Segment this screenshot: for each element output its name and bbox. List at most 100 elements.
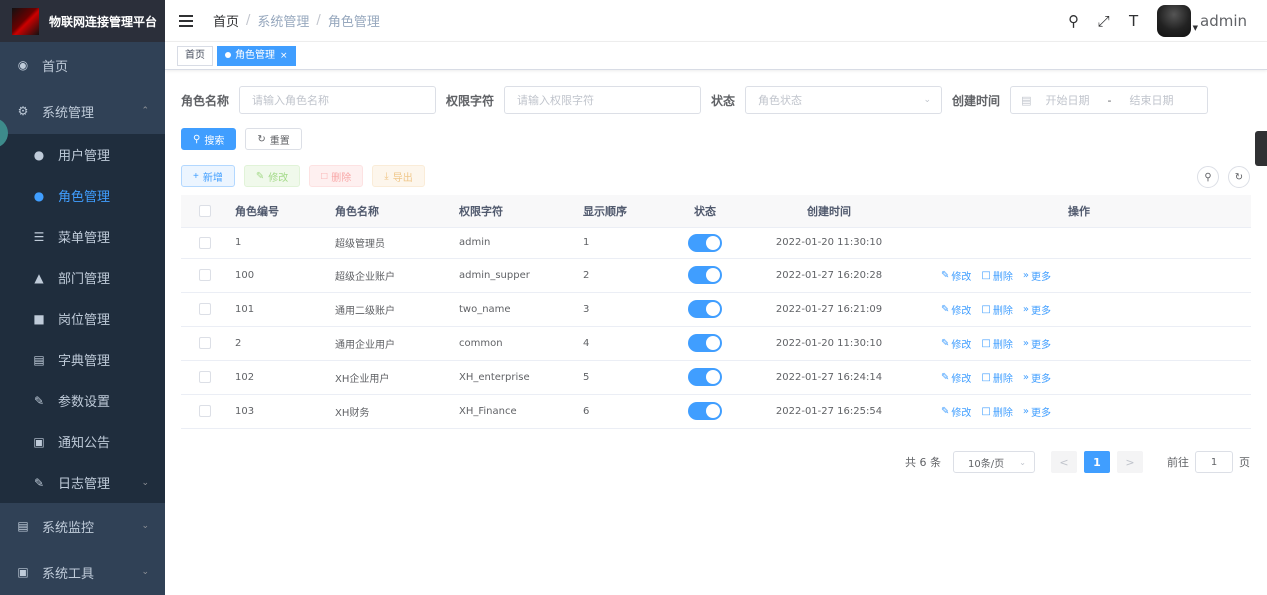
trash-icon: □ [981, 371, 991, 383]
username[interactable]: admin [1200, 12, 1247, 30]
prev-page-button[interactable]: < [1051, 451, 1077, 473]
search-icon[interactable]: ⚲ [1065, 12, 1083, 30]
export-button[interactable]: ⤓ 导出 [372, 165, 425, 187]
close-icon[interactable]: × [280, 51, 288, 61]
cell-actions: ✎ 修改 □ 删除 » 更多 [907, 326, 1251, 361]
row-more-link[interactable]: » 更多 [1023, 302, 1051, 317]
row-actions: ✎ 修改 □ 删除 » 更多 [941, 302, 1061, 317]
right-toolbar: ⚲ ↻ [1188, 166, 1250, 188]
page-number-button[interactable]: 1 [1084, 451, 1110, 473]
row-edit-link[interactable]: ✎ 修改 [941, 268, 971, 283]
edit-icon: ✎ [33, 393, 45, 408]
role-key-input[interactable]: 请输入权限字符 [504, 86, 702, 114]
status-switch[interactable] [688, 368, 722, 386]
reset-button[interactable]: ↻ 重置 [245, 128, 302, 150]
side-panel-handle[interactable] [1255, 131, 1267, 166]
row-edit-link[interactable]: ✎ 修改 [941, 302, 971, 317]
search-button[interactable]: ⚲ 搜索 [181, 128, 237, 150]
row-more-link[interactable]: » 更多 [1023, 370, 1051, 385]
breadcrumb: 首页 / 系统管理 / 角色管理 [213, 11, 380, 30]
breadcrumb-separator: / [246, 13, 251, 28]
sidebar-item-notice[interactable]: ▣ 通知公告 [0, 421, 165, 462]
dict-icon: ▤ [33, 352, 45, 367]
sidebar-item-log[interactable]: ✎ 日志管理 ⌄ [0, 462, 165, 503]
sidebar-item-config[interactable]: ✎ 参数设置 [0, 380, 165, 421]
row-checkbox[interactable] [199, 269, 211, 281]
search-button-label: 搜索 [204, 135, 225, 147]
avatar[interactable] [1156, 5, 1191, 37]
row-delete-link[interactable]: □ 删除 [981, 370, 1012, 385]
sidebar-item-menu[interactable]: ☰ 菜单管理 [0, 216, 165, 257]
font-size-icon[interactable]: T [1125, 12, 1143, 30]
cell-role-key: XH_Finance [443, 394, 567, 429]
edit-icon: ✎ [941, 371, 950, 383]
select-all-checkbox[interactable] [199, 204, 211, 217]
sidebar-item-home[interactable]: ◉ 首页 [0, 42, 165, 88]
toggle-search-icon[interactable]: ⚲ [1197, 166, 1219, 188]
sidebar-item-dict[interactable]: ▤ 字典管理 [0, 339, 165, 380]
sidebar-item-monitor[interactable]: ▤ 系统监控 ⌄ [0, 503, 165, 549]
caret-down-icon[interactable]: ▼ [1193, 24, 1198, 32]
status-switch[interactable] [688, 266, 722, 284]
cell-create-time: 2022-01-20 11:30:10 [751, 227, 907, 259]
sidebar-item-label: 菜单管理 [58, 231, 111, 246]
sidebar-item-tool[interactable]: ▣ 系统工具 ⌄ [0, 549, 165, 595]
row-checkbox[interactable] [199, 405, 211, 417]
sidebar-item-label: 参数设置 [58, 395, 111, 410]
row-checkbox[interactable] [199, 236, 211, 249]
status-switch[interactable] [688, 233, 722, 252]
sidebar-item-system[interactable]: ⚙ 系统管理 ⌃ [0, 88, 165, 134]
status-select[interactable]: 角色状态 ⌄ [745, 86, 943, 114]
next-page-button[interactable]: > [1117, 451, 1143, 473]
row-delete-link[interactable]: □ 删除 [981, 302, 1012, 317]
calendar-icon: ▤ [1021, 93, 1032, 107]
edit-button[interactable]: ✎ 修改 [243, 165, 301, 187]
date-range-picker[interactable]: ▤ 开始日期 - 结束日期 [1010, 86, 1209, 114]
row-checkbox[interactable] [199, 337, 211, 349]
row-checkbox[interactable] [199, 303, 211, 315]
sidebar-item-dept[interactable]: ▲ 部门管理 [0, 257, 165, 298]
row-more-link[interactable]: » 更多 [1023, 268, 1051, 283]
page-size-select[interactable]: 10条/页 ⌄ [953, 451, 1035, 473]
sidebar-item-role[interactable]: ● 角色管理 [0, 175, 165, 216]
sidebar-item-user[interactable]: ● 用户管理 [0, 134, 165, 175]
cell-sort: 5 [567, 360, 659, 395]
add-button[interactable]: + 新增 [181, 165, 235, 187]
row-delete-link[interactable]: □ 删除 [981, 268, 1012, 283]
delete-button[interactable]: □ 删除 [309, 165, 364, 187]
row-edit-link[interactable]: ✎ 修改 [941, 404, 971, 419]
fullscreen-icon[interactable]: ⤢ [1095, 12, 1113, 30]
status-switch[interactable] [688, 300, 722, 318]
edit-icon: ✎ [941, 303, 950, 315]
gear-icon: ⚙ [17, 104, 29, 118]
row-select-cell [181, 360, 219, 395]
row-actions: ✎ 修改 □ 删除 » 更多 [941, 336, 1061, 351]
logo[interactable]: 物联网连接管理平台 [0, 0, 165, 42]
tag-role[interactable]: 角色管理 × [217, 45, 296, 66]
double-right-icon: » [1022, 269, 1029, 281]
goto-page-input[interactable]: 1 [1195, 451, 1233, 473]
sidebar-item-post[interactable]: ■ 岗位管理 [0, 298, 165, 339]
row-delete-link[interactable]: □ 删除 [981, 404, 1012, 419]
refresh-icon[interactable]: ↻ [1228, 166, 1250, 188]
row-checkbox[interactable] [199, 371, 211, 383]
row-more-link[interactable]: » 更多 [1023, 404, 1051, 419]
chevron-down-icon: ⌄ [1019, 457, 1026, 467]
status-switch[interactable] [688, 334, 722, 352]
table-row: 2 通用企业用户 common 4 2022-01-20 11:30:10 ✎ 修改 □ 删除 »… [181, 326, 1251, 361]
status-switch[interactable] [688, 402, 722, 420]
row-more-link[interactable]: » 更多 [1023, 336, 1051, 351]
row-delete-link[interactable]: □ 删除 [981, 336, 1012, 351]
role-name-input[interactable]: 请输入角色名称 [239, 86, 437, 114]
tag-home[interactable]: 首页 [177, 45, 213, 66]
user-icon: ● [33, 147, 45, 162]
breadcrumb-home[interactable]: 首页 [213, 11, 239, 30]
reset-button-label: 重置 [269, 135, 290, 147]
chevron-down-icon: ⌄ [141, 477, 149, 488]
cell-role-name: 超级企业账户 [319, 258, 443, 293]
cell-create-time: 2022-01-20 11:30:10 [751, 326, 907, 361]
hamburger-icon[interactable] [179, 14, 193, 27]
select-all-cell [181, 195, 219, 228]
row-edit-link[interactable]: ✎ 修改 [941, 336, 971, 351]
row-edit-link[interactable]: ✎ 修改 [941, 370, 971, 385]
